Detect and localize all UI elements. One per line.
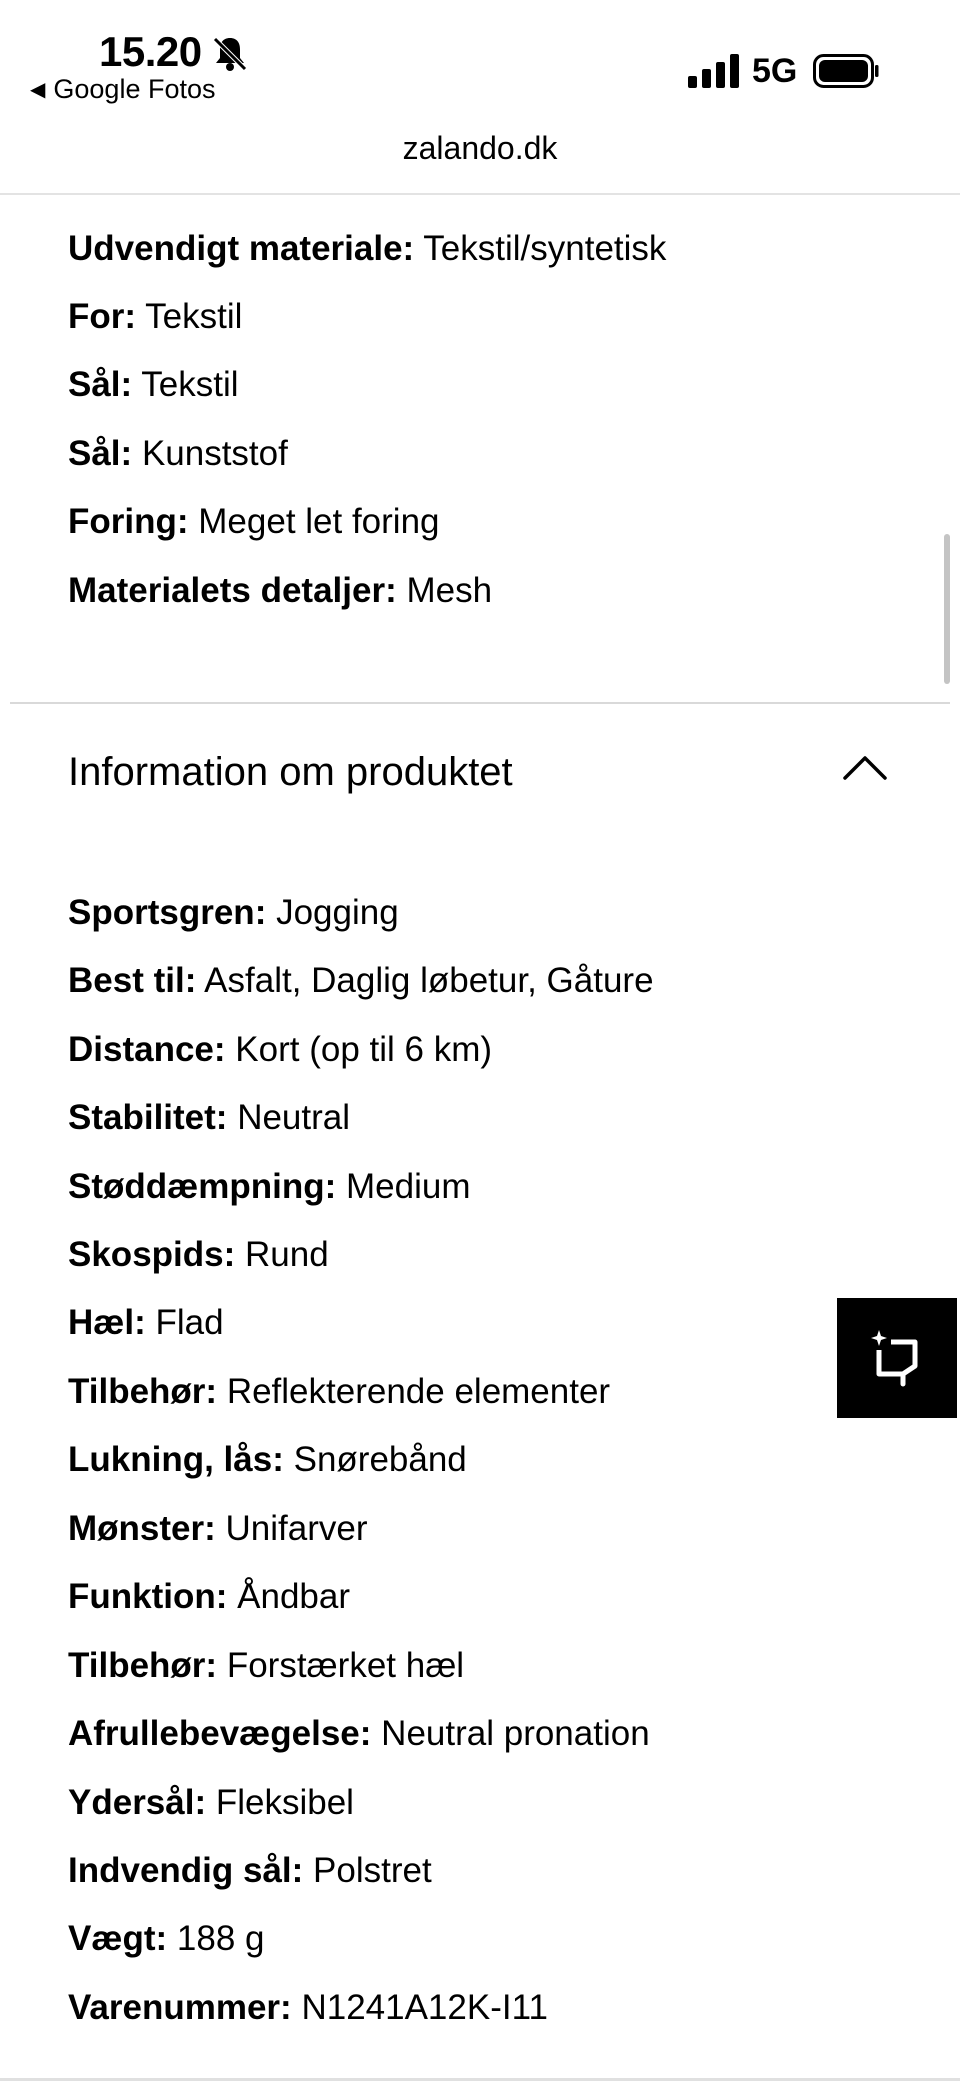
list-item: Best til: Asfalt, Daglig løbetur, Gåture <box>68 957 654 1005</box>
list-item: Mønster: Unifarver <box>68 1505 368 1553</box>
attr-value: Medium <box>346 1167 471 1206</box>
crop-sparkle-icon <box>871 1330 918 1387</box>
attr-key: Støddæmpning: <box>68 1167 337 1206</box>
attr-key: Varenummer: <box>68 1988 292 2027</box>
attr-value: Fleksibel <box>215 1783 354 1822</box>
list-item: Ydersål: Fleksibel <box>68 1779 354 1827</box>
attr-value: Mesh <box>406 571 493 610</box>
back-to-app-link[interactable]: ◀ Google Fotos <box>30 74 215 105</box>
network-type: 5G <box>752 52 798 90</box>
status-bar: 15.20 ◀ Google Fotos 5G <box>0 0 960 110</box>
attr-key: Sål: <box>68 365 133 404</box>
list-item: Vægt: 188 g <box>68 1915 264 1963</box>
bell-muted-icon <box>213 37 247 71</box>
list-item: Hæl: Flad <box>68 1299 224 1347</box>
list-item: Tilbehør: Forstærket hæl <box>68 1642 464 1690</box>
list-item: Sportsgren: Jogging <box>68 889 399 937</box>
attr-value: Flad <box>155 1303 224 1342</box>
browser-url[interactable]: zalando.dk <box>0 130 960 194</box>
attr-value: Unifarver <box>225 1509 368 1548</box>
section-divider <box>10 702 950 704</box>
list-item: Støddæmpning: Medium <box>68 1163 471 1211</box>
back-app-label: Google Fotos <box>53 74 216 104</box>
attr-key: Ydersål: <box>68 1783 207 1822</box>
attr-value: Åndbar <box>237 1577 351 1616</box>
attr-value: Tekstil/syntetisk <box>423 229 667 268</box>
attr-key: Lukning, lås: <box>68 1440 284 1479</box>
attr-key: Tilbehør: <box>68 1646 218 1685</box>
attr-key: Skospids: <box>68 1235 236 1274</box>
list-item: Varenummer: N1241A12K-I11 <box>68 1984 548 2032</box>
list-item: Indvendig sål: Polstret <box>68 1847 432 1895</box>
attr-key: Tilbehør: <box>68 1372 218 1411</box>
attr-value: Kunststof <box>141 434 288 473</box>
list-item: Sål: Kunststof <box>68 430 288 478</box>
attr-value: Forstærket hæl <box>226 1646 465 1685</box>
attr-value: Reflekterende elementer <box>226 1372 611 1411</box>
list-item: Afrullebevægelse: Neutral pronation <box>68 1710 650 1758</box>
list-item: Tilbehør: Reflekterende elementer <box>68 1368 610 1416</box>
attr-value: Meget let foring <box>198 502 440 541</box>
list-item: Foring: Meget let foring <box>68 498 440 546</box>
attr-value: N1241A12K-I11 <box>301 1988 548 2027</box>
attr-key: Indvendig sål: <box>68 1851 304 1890</box>
attr-key: Materialets detaljer: <box>68 571 397 610</box>
list-item: Stabilitet: Neutral <box>68 1094 350 1142</box>
list-item: Skospids: Rund <box>68 1231 329 1279</box>
attr-key: Funktion: <box>68 1577 228 1616</box>
chevron-up-icon[interactable] <box>840 748 890 788</box>
list-item: Lukning, lås: Snørebånd <box>68 1436 467 1484</box>
attr-key: Sportsgren: <box>68 893 267 932</box>
list-item: For: Tekstil <box>68 293 242 341</box>
attr-key: Vægt: <box>68 1919 168 1958</box>
attr-value: Neutral pronation <box>381 1714 650 1753</box>
attr-key: Afrullebevægelse: <box>68 1714 372 1753</box>
status-time: 15.20 <box>99 28 202 75</box>
attr-key: Stabilitet: <box>68 1098 228 1137</box>
back-arrow-icon: ◀ <box>30 79 46 101</box>
url-divider <box>0 193 960 195</box>
list-item: Materialets detaljer: Mesh <box>68 567 492 615</box>
attr-value: Jogging <box>276 893 399 932</box>
attr-value: Polstret <box>313 1851 432 1890</box>
attr-value: 188 g <box>176 1919 265 1958</box>
attr-value: Tekstil <box>141 365 239 404</box>
list-item: Udvendigt materiale: Tekstil/syntetisk <box>68 225 666 273</box>
attr-value: Kort (op til 6 km) <box>235 1030 493 1069</box>
list-item: Distance: Kort (op til 6 km) <box>68 1026 492 1074</box>
attr-key: For: <box>68 297 137 336</box>
page: 15.20 ◀ Google Fotos 5G zalando.dk Udven… <box>0 0 960 2081</box>
attr-key: Best til: <box>68 961 197 1000</box>
attr-key: Sål: <box>68 434 133 473</box>
cellular-signal-icon <box>688 54 739 88</box>
scrollbar[interactable] <box>944 534 950 684</box>
list-item: Funktion: Åndbar <box>68 1573 350 1621</box>
attr-key: Mønster: <box>68 1509 216 1548</box>
attr-key: Foring: <box>68 502 189 541</box>
attr-key: Udvendigt materiale: <box>68 229 415 268</box>
attr-key: Distance: <box>68 1030 226 1069</box>
section-title[interactable]: Information om produktet <box>68 744 513 800</box>
attr-value: Asfalt, Daglig løbetur, Gåture <box>204 961 654 1000</box>
crop-sparkle-button[interactable] <box>837 1298 957 1418</box>
battery-icon <box>813 54 879 88</box>
attr-value: Snørebånd <box>293 1440 467 1479</box>
list-item: Sål: Tekstil <box>68 361 239 409</box>
attr-value: Rund <box>245 1235 329 1274</box>
attr-value: Tekstil <box>145 297 243 336</box>
attr-key: Hæl: <box>68 1303 146 1342</box>
attr-value: Neutral <box>237 1098 351 1137</box>
